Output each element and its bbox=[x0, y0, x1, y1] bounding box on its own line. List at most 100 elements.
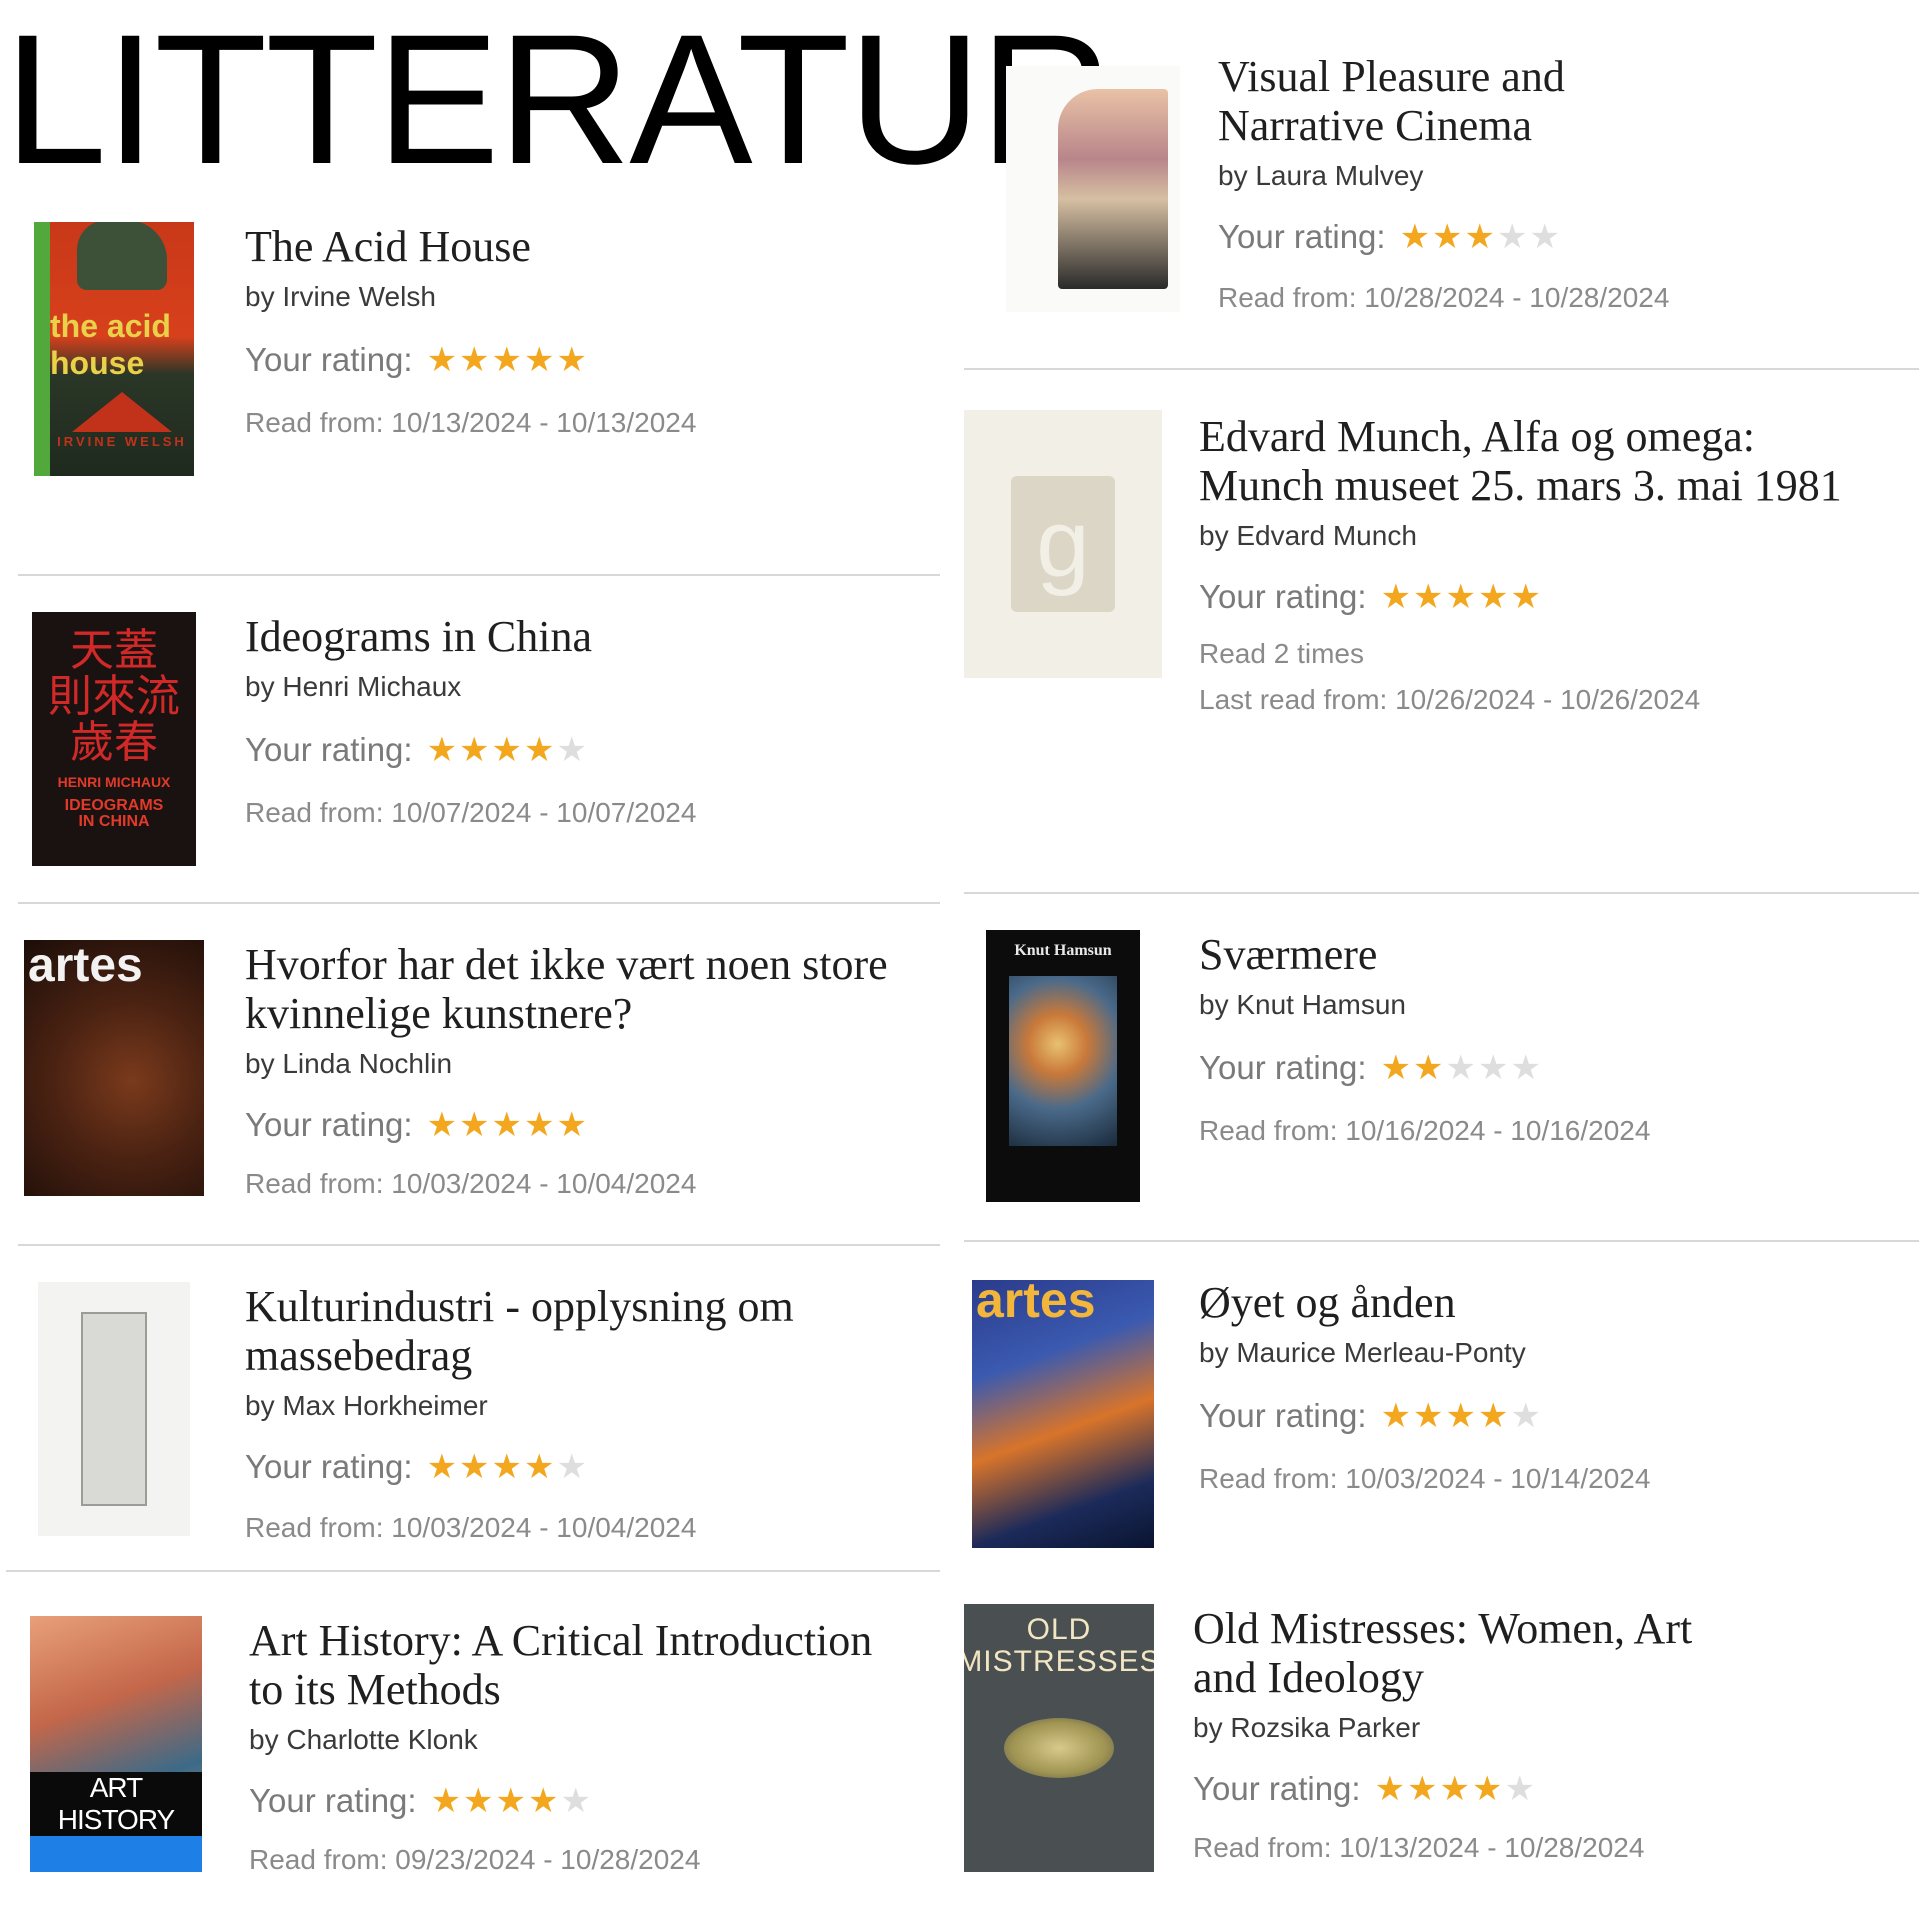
book-author[interactable]: by Max Horkheimer bbox=[245, 1390, 794, 1422]
star-filled-icon[interactable]: ★ bbox=[524, 733, 554, 767]
book-title[interactable]: Hvorfor har det ikke vært noen store kvi… bbox=[245, 940, 888, 1038]
star-filled-icon[interactable]: ★ bbox=[427, 343, 457, 377]
star-rating[interactable]: ★ ★ ★ ★ ★ bbox=[427, 733, 589, 767]
star-filled-icon[interactable]: ★ bbox=[492, 1108, 522, 1142]
book-title-line: Visual Pleasure and bbox=[1218, 52, 1565, 101]
book-cover[interactable]: Knut Hamsun bbox=[986, 930, 1140, 1202]
star-filled-icon[interactable]: ★ bbox=[1465, 220, 1495, 254]
star-empty-icon[interactable]: ★ bbox=[1511, 1399, 1541, 1433]
star-filled-icon[interactable]: ★ bbox=[557, 1108, 587, 1142]
star-rating[interactable]: ★ ★ ★ ★ ★ bbox=[427, 1450, 589, 1484]
star-filled-icon[interactable]: ★ bbox=[1381, 1051, 1411, 1085]
star-filled-icon[interactable]: ★ bbox=[1413, 1051, 1443, 1085]
star-filled-icon[interactable]: ★ bbox=[1432, 220, 1462, 254]
star-filled-icon[interactable]: ★ bbox=[1478, 1399, 1508, 1433]
star-filled-icon[interactable]: ★ bbox=[557, 343, 587, 377]
star-empty-icon[interactable]: ★ bbox=[1478, 1051, 1508, 1085]
book-title[interactable]: Visual Pleasure and Narrative Cinema bbox=[1218, 52, 1669, 150]
book-author[interactable]: by Linda Nochlin bbox=[245, 1048, 888, 1080]
book-title[interactable]: Sværmere bbox=[1199, 930, 1650, 979]
star-empty-icon[interactable]: ★ bbox=[561, 1784, 591, 1818]
divider bbox=[964, 892, 1919, 894]
book-title[interactable]: Edvard Munch, Alfa og omega: Munch musee… bbox=[1199, 412, 1842, 510]
star-filled-icon[interactable]: ★ bbox=[1400, 220, 1430, 254]
star-filled-icon[interactable]: ★ bbox=[427, 1108, 457, 1142]
book-cover[interactable] bbox=[1006, 66, 1180, 312]
star-filled-icon[interactable]: ★ bbox=[1375, 1772, 1405, 1806]
star-filled-icon[interactable]: ★ bbox=[1446, 580, 1476, 614]
star-empty-icon[interactable]: ★ bbox=[557, 733, 587, 767]
book-author[interactable]: by Edvard Munch bbox=[1199, 520, 1842, 552]
star-empty-icon[interactable]: ★ bbox=[1497, 220, 1527, 254]
star-filled-icon[interactable]: ★ bbox=[524, 1450, 554, 1484]
book-cover[interactable]: g bbox=[964, 410, 1162, 678]
book-title-line: Hvorfor har det ikke vært noen store bbox=[245, 940, 888, 989]
star-rating[interactable]: ★ ★ ★ ★ ★ bbox=[1400, 220, 1562, 254]
book-title[interactable]: Old Mistresses: Women, Art and Ideology bbox=[1193, 1604, 1692, 1702]
star-filled-icon[interactable]: ★ bbox=[1381, 1399, 1411, 1433]
star-filled-icon[interactable]: ★ bbox=[528, 1784, 558, 1818]
star-filled-icon[interactable]: ★ bbox=[524, 1108, 554, 1142]
book-title[interactable]: The Acid House bbox=[245, 222, 696, 271]
star-empty-icon[interactable]: ★ bbox=[557, 1450, 587, 1484]
star-filled-icon[interactable]: ★ bbox=[1446, 1399, 1476, 1433]
book-title[interactable]: Art History: A Critical Introduction to … bbox=[249, 1616, 872, 1714]
star-rating[interactable]: ★ ★ ★ ★ ★ bbox=[1381, 1051, 1543, 1085]
star-filled-icon[interactable]: ★ bbox=[1472, 1772, 1502, 1806]
star-rating[interactable]: ★ ★ ★ ★ ★ bbox=[1381, 1399, 1543, 1433]
rating-row: Your rating: ★ ★ ★ ★ ★ bbox=[245, 1106, 888, 1144]
star-rating[interactable]: ★ ★ ★ ★ ★ bbox=[1375, 1772, 1537, 1806]
star-filled-icon[interactable]: ★ bbox=[524, 343, 554, 377]
star-filled-icon[interactable]: ★ bbox=[1413, 1399, 1443, 1433]
star-rating[interactable]: ★ ★ ★ ★ ★ bbox=[1381, 580, 1543, 614]
star-filled-icon[interactable]: ★ bbox=[459, 733, 489, 767]
book-cover[interactable]: OLD MISTRESSES bbox=[964, 1604, 1154, 1872]
book-title[interactable]: Ideograms in China bbox=[245, 612, 696, 661]
star-empty-icon[interactable]: ★ bbox=[1511, 1051, 1541, 1085]
book-cover[interactable]: 天蓋 則來流 歲春 HENRI MICHAUX IDEOGRAMS IN CHI… bbox=[32, 612, 196, 866]
book-cover[interactable]: artes bbox=[972, 1280, 1154, 1548]
star-rating[interactable]: ★ ★ ★ ★ ★ bbox=[427, 1108, 589, 1142]
book-author[interactable]: by Irvine Welsh bbox=[245, 281, 696, 313]
star-filled-icon[interactable]: ★ bbox=[1440, 1772, 1470, 1806]
star-filled-icon[interactable]: ★ bbox=[1381, 580, 1411, 614]
star-empty-icon[interactable]: ★ bbox=[1530, 220, 1560, 254]
book-title-line: Art History: A Critical Introduction bbox=[249, 1616, 873, 1665]
book-title[interactable]: Øyet og ånden bbox=[1199, 1278, 1650, 1327]
star-filled-icon[interactable]: ★ bbox=[492, 1450, 522, 1484]
star-rating[interactable]: ★ ★ ★ ★ ★ bbox=[431, 1784, 593, 1818]
book-cover[interactable]: ART HISTORY bbox=[30, 1616, 202, 1872]
star-filled-icon[interactable]: ★ bbox=[459, 1450, 489, 1484]
book-author[interactable]: by Charlotte Klonk bbox=[249, 1724, 872, 1756]
star-filled-icon[interactable]: ★ bbox=[459, 1108, 489, 1142]
star-filled-icon[interactable]: ★ bbox=[1413, 580, 1443, 614]
star-filled-icon[interactable]: ★ bbox=[1511, 580, 1541, 614]
book-title[interactable]: Kulturindustri - opplysning om massebedr… bbox=[245, 1282, 794, 1380]
star-rating[interactable]: ★ ★ ★ ★ ★ bbox=[427, 343, 589, 377]
book-author[interactable]: by Rozsika Parker bbox=[1193, 1712, 1692, 1744]
star-filled-icon[interactable]: ★ bbox=[1478, 580, 1508, 614]
star-filled-icon[interactable]: ★ bbox=[492, 343, 522, 377]
cover-title: IDEOGRAMS IN CHINA bbox=[64, 797, 164, 830]
star-empty-icon[interactable]: ★ bbox=[1505, 1772, 1535, 1806]
book-author[interactable]: by Henri Michaux bbox=[245, 671, 696, 703]
book-author[interactable]: by Laura Mulvey bbox=[1218, 160, 1669, 192]
book-cover[interactable] bbox=[38, 1282, 190, 1536]
star-filled-icon[interactable]: ★ bbox=[463, 1784, 493, 1818]
book-cover[interactable]: artes bbox=[24, 940, 204, 1196]
page-title: LITTERATUR bbox=[4, 0, 1113, 203]
star-filled-icon[interactable]: ★ bbox=[427, 1450, 457, 1484]
star-filled-icon[interactable]: ★ bbox=[427, 733, 457, 767]
star-filled-icon[interactable]: ★ bbox=[1407, 1772, 1437, 1806]
star-filled-icon[interactable]: ★ bbox=[492, 733, 522, 767]
book-cover[interactable]: the acid house IRVINE WELSH bbox=[34, 222, 194, 476]
cover-title: Knut Hamsun bbox=[1014, 942, 1112, 959]
star-empty-icon[interactable]: ★ bbox=[1446, 1051, 1476, 1085]
cover-arrow bbox=[72, 391, 172, 432]
star-filled-icon[interactable]: ★ bbox=[431, 1784, 461, 1818]
book-author[interactable]: by Maurice Merleau-Ponty bbox=[1199, 1337, 1650, 1369]
star-filled-icon[interactable]: ★ bbox=[496, 1784, 526, 1818]
book-author[interactable]: by Knut Hamsun bbox=[1199, 989, 1650, 1021]
star-filled-icon[interactable]: ★ bbox=[459, 343, 489, 377]
rating-label: Your rating: bbox=[245, 1106, 413, 1143]
